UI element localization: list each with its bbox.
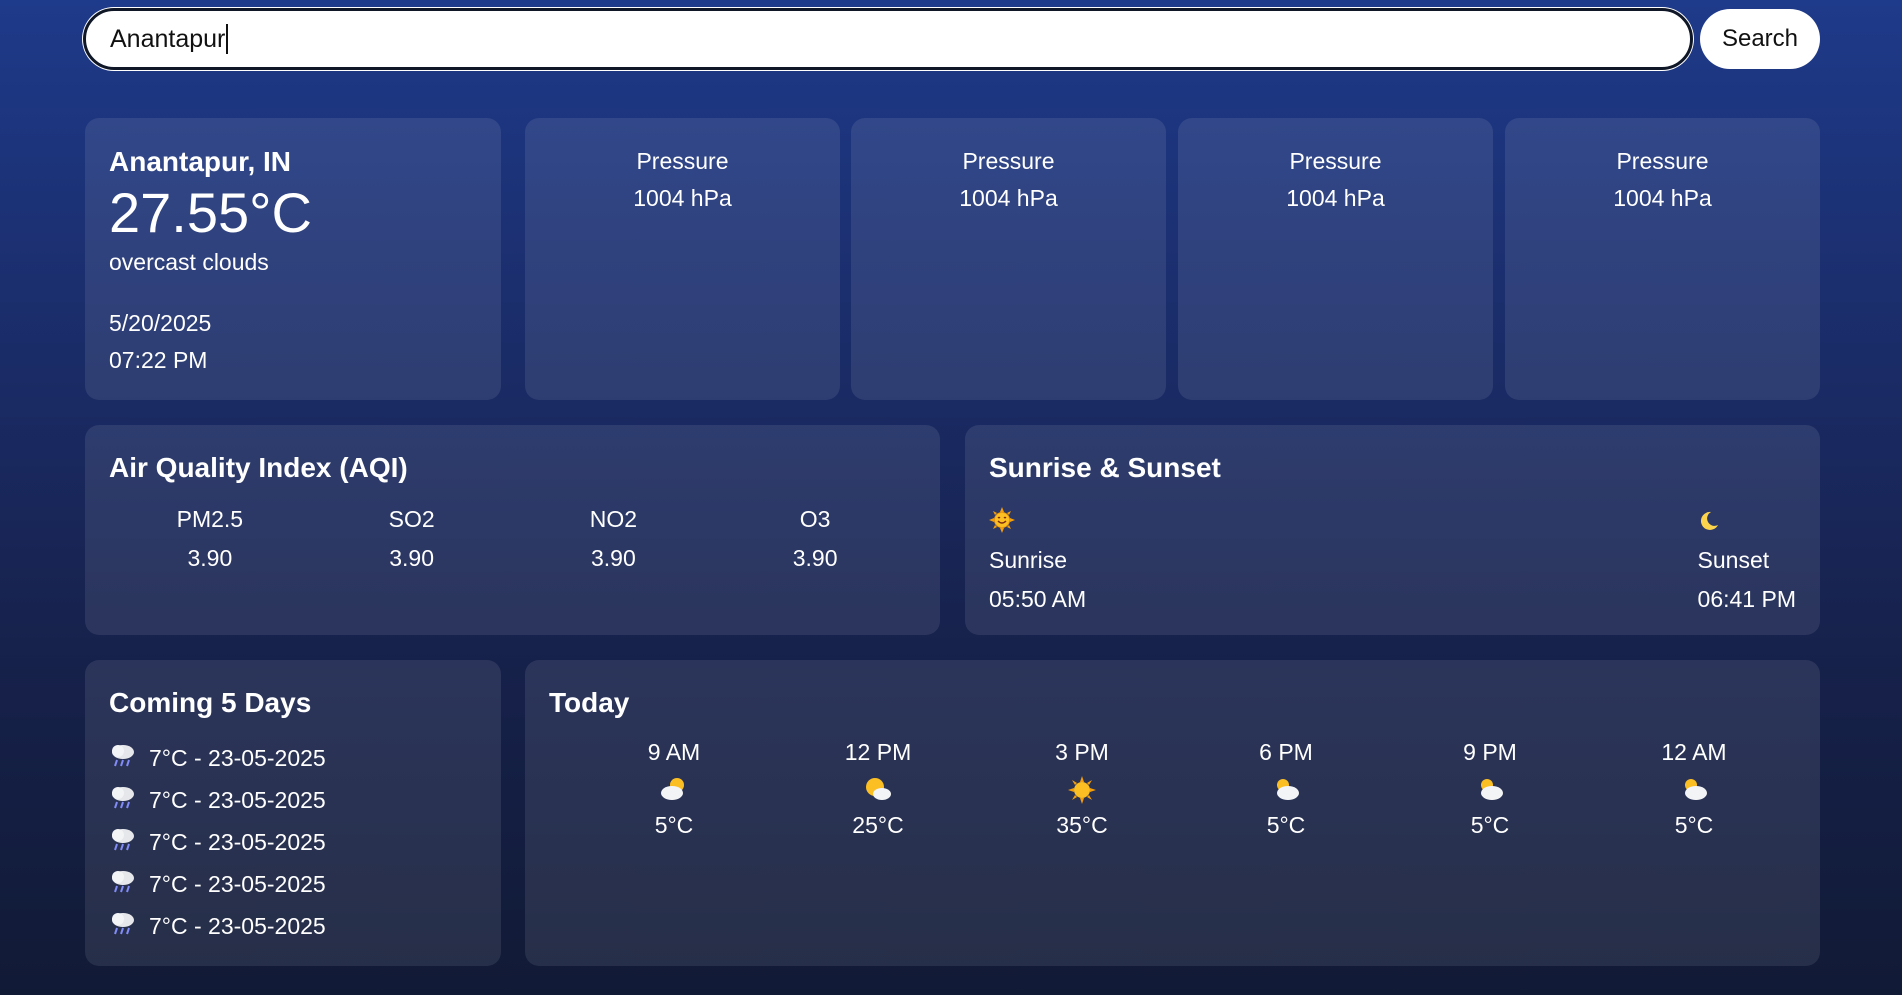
- pressure-card: Pressure 1004 hPa: [1178, 118, 1493, 400]
- pressure-value: 1004 hPa: [959, 185, 1058, 211]
- hour-temp: 5°C: [1674, 812, 1714, 838]
- hourly-item: 3 PM 35°C: [980, 739, 1184, 839]
- aqi-value: 3.90: [389, 545, 434, 571]
- aqi-value: 3.90: [187, 545, 233, 571]
- sun-behind-cloud-icon: [572, 776, 776, 806]
- hour-temp: 5°C: [1266, 812, 1306, 838]
- rain-cloud-icon: [109, 784, 149, 816]
- hour-time: 9 PM: [1463, 739, 1517, 765]
- sun-behind-cloud-icon: [1184, 776, 1388, 806]
- current-time: 07:22 PM: [109, 346, 208, 373]
- aqi-title: Air Quality Index (AQI): [109, 452, 408, 483]
- sunset-label: Sunset: [1697, 547, 1770, 573]
- aqi-label: NO2: [589, 506, 638, 532]
- hourly-item: 12 PM 25°C: [776, 739, 980, 839]
- sunrise-sunset-card: Sunrise & Sunset Sunrise 05:50 AM Sunset…: [965, 425, 1820, 635]
- hour-time: 3 PM: [1055, 739, 1109, 765]
- sunset-time: 06:41 PM: [1697, 586, 1796, 612]
- forecast-day-text: 7°C - 23-05-2025: [149, 870, 326, 897]
- aqi-label: SO2: [388, 506, 435, 532]
- pressure-label: Pressure: [636, 148, 729, 174]
- hour-temp: 25°C: [852, 812, 904, 838]
- forecast-day-item: 7°C - 23-05-2025: [109, 905, 477, 947]
- text-caret: [226, 24, 229, 54]
- forecast-day-text: 7°C - 23-05-2025: [149, 912, 326, 939]
- current-weather-card: Anantapur, IN 27.55°C overcast clouds 5/…: [85, 118, 501, 400]
- aqi-label: PM2.5: [176, 506, 244, 532]
- sun-behind-cloud-icon: [776, 776, 980, 806]
- weather-description: overcast clouds: [109, 248, 269, 275]
- hour-time: 6 PM: [1259, 739, 1313, 765]
- aqi-card: Air Quality Index (AQI) PM2.5 3.90 SO2 3…: [85, 425, 940, 635]
- search-input[interactable]: Anantapur: [83, 8, 1693, 70]
- rain-cloud-icon: [109, 826, 149, 858]
- hourly-item: 9 AM 5°C: [572, 739, 776, 839]
- sun-behind-cloud-icon: [1388, 776, 1592, 806]
- sunrise-block: Sunrise 05:50 AM: [989, 507, 1086, 613]
- hourly-item: 9 PM 5°C: [1388, 739, 1592, 839]
- sunrise-time: 05:50 AM: [989, 586, 1087, 612]
- aqi-value: 3.90: [590, 545, 636, 571]
- five-day-forecast-card: Coming 5 Days 7°C - 23-05-2025 7°C - 23-…: [85, 660, 501, 966]
- sun-smile-icon: [989, 507, 1086, 537]
- aqi-item-pm25: PM2.5 3.90: [109, 506, 311, 572]
- pressure-value: 1004 hPa: [1286, 185, 1385, 211]
- pressure-card: Pressure 1004 hPa: [1505, 118, 1820, 400]
- forecast-day-item: 7°C - 23-05-2025: [109, 863, 477, 905]
- location-title: Anantapur, IN: [109, 146, 292, 177]
- pressure-label: Pressure: [1289, 148, 1382, 174]
- rain-cloud-icon: [109, 910, 149, 942]
- crescent-moon-icon: [1698, 507, 1796, 537]
- forecast-day-text: 7°C - 23-05-2025: [149, 786, 326, 813]
- forecast-day-item: 7°C - 23-05-2025: [109, 821, 477, 863]
- aqi-item-no2: NO2 3.90: [513, 506, 715, 572]
- forecast-title: Coming 5 Days: [109, 687, 312, 718]
- aqi-value: 3.90: [792, 545, 838, 571]
- hourly-item: 12 AM 5°C: [1592, 739, 1796, 839]
- aqi-item-o3: O3 3.90: [714, 506, 916, 572]
- sun-title: Sunrise & Sunset: [989, 452, 1221, 483]
- aqi-item-so2: SO2 3.90: [311, 506, 513, 572]
- rain-cloud-icon: [109, 868, 149, 900]
- pressure-card: Pressure 1004 hPa: [851, 118, 1166, 400]
- hour-temp: 35°C: [1056, 812, 1108, 838]
- rain-cloud-icon: [109, 742, 149, 774]
- aqi-label: O3: [799, 506, 831, 532]
- hour-temp: 5°C: [654, 812, 694, 838]
- pressure-label: Pressure: [1616, 148, 1709, 174]
- current-temperature: 27.55°C: [109, 181, 312, 244]
- hourly-item: 6 PM 5°C: [1184, 739, 1388, 839]
- forecast-day-item: 7°C - 23-05-2025: [109, 737, 477, 779]
- forecast-day-text: 7°C - 23-05-2025: [149, 744, 326, 771]
- pressure-value: 1004 hPa: [633, 185, 732, 211]
- hour-time: 12 AM: [1661, 739, 1727, 765]
- hour-temp: 5°C: [1470, 812, 1510, 838]
- pressure-label: Pressure: [962, 148, 1055, 174]
- search-button[interactable]: Search: [1700, 9, 1820, 69]
- forecast-day-item: 7°C - 23-05-2025: [109, 779, 477, 821]
- pressure-value: 1004 hPa: [1613, 185, 1712, 211]
- hour-time: 9 AM: [647, 739, 701, 765]
- pressure-card: Pressure 1004 hPa: [525, 118, 840, 400]
- search-input-value: Anantapur: [110, 24, 226, 53]
- today-hourly-card: Today 9 AM 5°C 12 PM 25°C 3 PM 35°C 6 PM…: [525, 660, 1820, 966]
- sun-icon: [980, 776, 1184, 806]
- forecast-day-text: 7°C - 23-05-2025: [149, 828, 326, 855]
- sunset-block: Sunset 06:41 PM: [1698, 507, 1796, 613]
- sunrise-label: Sunrise: [989, 547, 1067, 573]
- today-title: Today: [549, 687, 630, 718]
- hour-time: 12 PM: [844, 739, 912, 765]
- sun-behind-cloud-icon: [1592, 776, 1796, 806]
- current-date: 5/20/2025: [109, 309, 212, 336]
